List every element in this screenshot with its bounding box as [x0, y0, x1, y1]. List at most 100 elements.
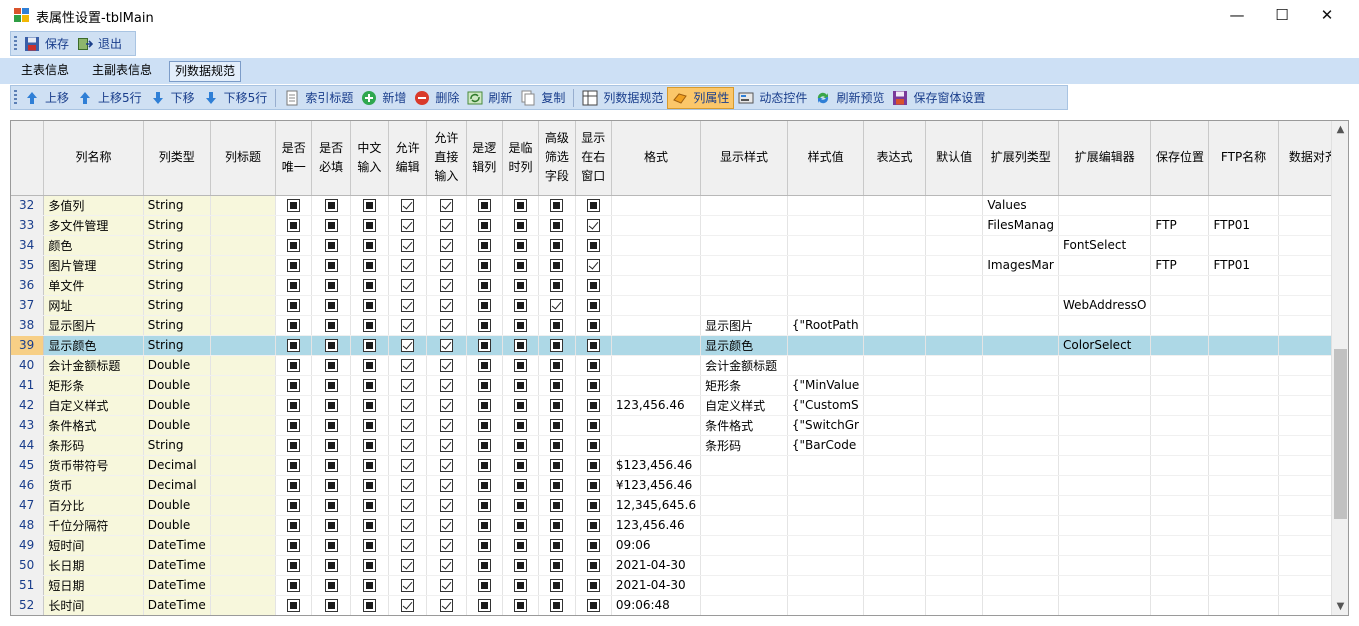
cell-column-type[interactable]: Double [143, 375, 211, 396]
checkbox-indeterminate[interactable] [362, 359, 376, 372]
checkbox-indeterminate[interactable] [324, 439, 338, 452]
cell-ext-editor[interactable] [1058, 575, 1152, 596]
column-header-editable[interactable]: 允许 编辑 [388, 121, 428, 196]
checkbox-indeterminate[interactable] [586, 599, 600, 612]
checkbox-indeterminate[interactable] [287, 259, 301, 272]
cell-format[interactable] [611, 315, 702, 336]
checkbox-indeterminate[interactable] [324, 279, 338, 292]
checkbox-checked[interactable] [439, 459, 453, 472]
cell-column-name[interactable]: 千位分隔符 [43, 515, 144, 536]
checkbox-checked[interactable] [439, 439, 453, 452]
checkbox-checked[interactable] [439, 279, 453, 292]
checkbox-indeterminate[interactable] [287, 239, 301, 252]
cell-column-type[interactable]: String [143, 295, 211, 316]
cell-column-title[interactable] [210, 375, 277, 396]
arrow-up-button[interactable]: 上移 [20, 87, 73, 109]
checkbox-indeterminate[interactable] [324, 419, 338, 432]
checkbox-checked[interactable] [439, 299, 453, 312]
table-row[interactable]: 32 多值列 String Values [11, 195, 1348, 216]
checkbox-indeterminate[interactable] [586, 199, 600, 212]
cell-format[interactable] [611, 415, 702, 436]
checkbox-indeterminate[interactable] [324, 539, 338, 552]
cell-ext-column-type[interactable] [982, 415, 1060, 436]
cell-column-type[interactable]: String [143, 275, 211, 296]
column-header-adv-filter[interactable]: 高级 筛选 字段 [538, 121, 576, 196]
cell-style-value[interactable] [787, 275, 865, 296]
cell-ftp-name[interactable] [1208, 375, 1279, 396]
checkbox-checked[interactable] [439, 399, 453, 412]
cell-ext-column-type[interactable] [982, 435, 1060, 456]
checkbox-checked[interactable] [401, 439, 415, 452]
cell-column-title[interactable] [210, 355, 277, 376]
checkbox-indeterminate[interactable] [514, 419, 528, 432]
cell-ext-editor[interactable] [1058, 535, 1152, 556]
checkbox-indeterminate[interactable] [550, 399, 564, 412]
cell-ftp-name[interactable] [1208, 355, 1279, 376]
cell-ext-editor[interactable]: ColorSelect [1058, 335, 1152, 356]
cell-style-value[interactable] [787, 515, 865, 536]
checkbox-indeterminate[interactable] [287, 439, 301, 452]
checkbox-indeterminate[interactable] [362, 339, 376, 352]
cell-ext-column-type[interactable]: Values [982, 195, 1060, 216]
checkbox-checked[interactable] [439, 239, 453, 252]
cell-display-style[interactable] [700, 295, 788, 316]
cell-column-title[interactable] [210, 215, 277, 236]
cell-ext-column-type[interactable]: FilesManag [982, 215, 1060, 236]
checkbox-indeterminate[interactable] [514, 299, 528, 312]
checkbox-indeterminate[interactable] [324, 399, 338, 412]
checkbox-indeterminate[interactable] [287, 599, 301, 612]
cell-ftp-name[interactable] [1208, 295, 1279, 316]
cell-format[interactable]: 12,345,645.6 [611, 495, 702, 516]
add-button[interactable]: 新增 [357, 87, 410, 109]
checkbox-indeterminate[interactable] [477, 459, 491, 472]
cell-column-type[interactable]: String [143, 435, 211, 456]
cell-save-location[interactable] [1150, 195, 1210, 216]
cell-column-title[interactable] [210, 315, 277, 336]
cell-ftp-name[interactable] [1208, 555, 1279, 576]
cell-style-value[interactable] [787, 455, 865, 476]
column-header-save-loc[interactable]: 保存位置 [1150, 121, 1210, 196]
checkbox-indeterminate[interactable] [586, 239, 600, 252]
column-header-required[interactable]: 是否 必填 [311, 121, 351, 196]
checkbox-checked[interactable] [401, 579, 415, 592]
checkbox-indeterminate[interactable] [287, 219, 301, 232]
cell-format[interactable]: $123,456.46 [611, 455, 702, 476]
checkbox-checked[interactable] [401, 319, 415, 332]
cell-expression[interactable] [863, 595, 926, 615]
cell-display-style[interactable] [700, 475, 788, 496]
checkbox-indeterminate[interactable] [514, 459, 528, 472]
column-header-title[interactable]: 列标题 [210, 121, 277, 196]
row-number[interactable]: 33 [11, 215, 45, 236]
cell-default-value[interactable] [925, 515, 984, 536]
checkbox-indeterminate[interactable] [477, 419, 491, 432]
checkbox-checked[interactable] [439, 479, 453, 492]
row-number[interactable]: 51 [11, 575, 45, 596]
cell-format[interactable] [611, 335, 702, 356]
cell-default-value[interactable] [925, 435, 984, 456]
cell-default-value[interactable] [925, 315, 984, 336]
cell-expression[interactable] [863, 495, 926, 516]
cell-column-type[interactable]: String [143, 315, 211, 336]
cell-expression[interactable] [863, 275, 926, 296]
cell-ext-editor[interactable] [1058, 315, 1152, 336]
checkbox-indeterminate[interactable] [586, 539, 600, 552]
cell-default-value[interactable] [925, 275, 984, 296]
cell-expression[interactable] [863, 395, 926, 416]
row-number[interactable]: 49 [11, 535, 45, 556]
checkbox-indeterminate[interactable] [362, 219, 376, 232]
cell-style-value[interactable] [787, 235, 865, 256]
column-header-ext-editor[interactable]: 扩展编辑器 [1058, 121, 1152, 196]
grid-spec-button[interactable]: 列数据规范 [578, 87, 667, 109]
row-number[interactable]: 43 [11, 415, 45, 436]
cell-ftp-name[interactable] [1208, 235, 1279, 256]
cell-default-value[interactable] [925, 215, 984, 236]
tab-column-spec[interactable]: 列数据规范 [169, 61, 242, 82]
cell-display-style[interactable]: 条形码 [700, 435, 788, 456]
table-row[interactable]: 40 会计金额标题 Double 会计金额标题 [11, 355, 1348, 376]
cell-default-value[interactable] [925, 195, 984, 216]
cell-display-style[interactable] [700, 495, 788, 516]
cell-save-location[interactable] [1150, 455, 1210, 476]
arrow-down-button[interactable]: 下移 [146, 87, 199, 109]
cell-default-value[interactable] [925, 375, 984, 396]
cell-column-type[interactable]: DateTime [143, 575, 211, 596]
